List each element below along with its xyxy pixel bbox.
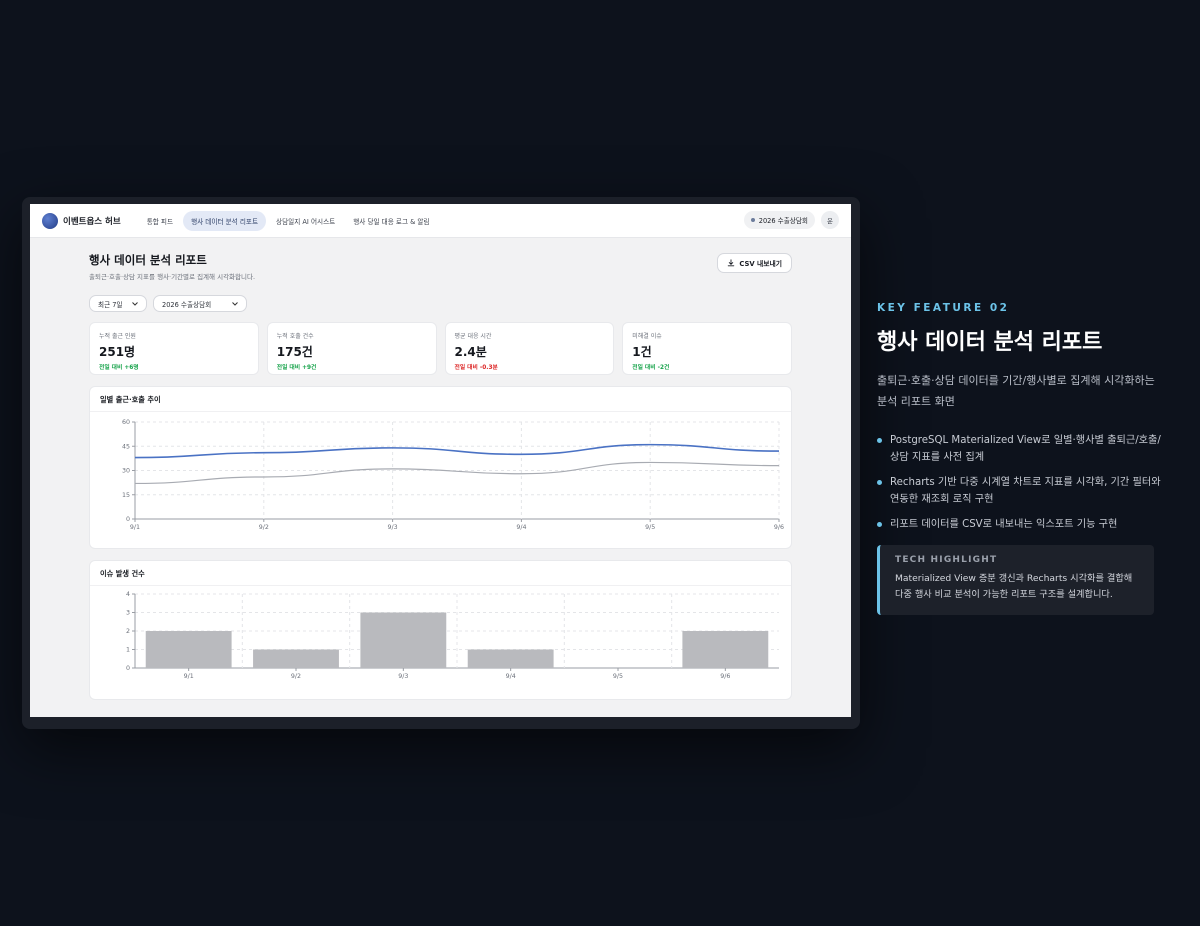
line-chart: 0 15 30 45 60 9/1 9/2 9/3 9/4 9/5 9/6 bbox=[122, 419, 784, 531]
line-chart-title: 일별 출근·호출 추이 bbox=[90, 387, 791, 412]
kpi-card: 미해결 이슈 1건 전일 대비 -2건 bbox=[622, 322, 792, 375]
y-tick-label: 0 bbox=[126, 516, 130, 523]
nav-item-ai-assist[interactable]: 상담일지 AI 어시스트 bbox=[268, 211, 343, 231]
kpi-value: 175건 bbox=[276, 345, 313, 359]
chevron-down-icon bbox=[232, 301, 238, 306]
event-selector-label: 2026 수출상담회 bbox=[758, 217, 808, 225]
bar-chart-title: 이슈 발생 건수 bbox=[90, 561, 791, 586]
x-tick-label: 9/5 bbox=[613, 673, 623, 680]
period-select[interactable]: 최근 7일 bbox=[89, 295, 147, 312]
bar bbox=[467, 649, 554, 668]
nav-item-feed[interactable]: 통합 피드 bbox=[139, 211, 181, 231]
filter-bar: 최근 7일 2026 수출상담회 bbox=[89, 295, 792, 312]
x-tick-label: 9/6 bbox=[720, 673, 730, 680]
csv-export-button[interactable]: CSV 내보내기 bbox=[717, 253, 792, 273]
x-tick-label: 9/5 bbox=[645, 524, 655, 531]
bar bbox=[682, 631, 769, 668]
event-selector[interactable]: 2026 수출상담회 bbox=[743, 211, 815, 229]
page-title: 행사 데이터 분석 리포트 bbox=[89, 253, 207, 267]
feature-panel: KEY FEATURE 02 행사 데이터 분석 리포트 출퇴근·호출·상담 데… bbox=[877, 302, 1167, 615]
kpi-label: 누적 출근 인원 bbox=[99, 333, 136, 340]
tech-highlight-title: TECH HIGHLIGHT bbox=[895, 555, 998, 565]
kpi-label: 누적 호출 건수 bbox=[276, 333, 314, 340]
csv-export-label: CSV 내보내기 bbox=[739, 260, 782, 268]
y-tick-label: 60 bbox=[122, 419, 130, 426]
event-select-value: 2026 수출상담회 bbox=[162, 300, 212, 309]
app-screen: 이벤트옵스 허브 통합 피드 행사 데이터 분석 리포트 상담일지 AI 어시스… bbox=[30, 204, 851, 717]
period-select-value: 최근 7일 bbox=[98, 300, 123, 309]
kpi-value: 251명 bbox=[99, 345, 136, 359]
chevron-down-icon bbox=[132, 301, 138, 306]
y-tick-label: 15 bbox=[122, 492, 130, 499]
bar bbox=[145, 631, 232, 668]
download-icon bbox=[728, 259, 735, 267]
kpi-delta: 전일 대비 -2건 bbox=[632, 365, 670, 371]
x-tick-label: 9/1 bbox=[130, 524, 140, 531]
feature-description: 출퇴근·호출·상담 데이터를 기간/행사별로 집계해 시각화하는 분석 리포트 … bbox=[877, 374, 1155, 408]
tech-highlight-text: Materialized View 증분 갱신과 Recharts 시각화를 결… bbox=[895, 573, 1133, 600]
y-tick-label: 0 bbox=[126, 665, 130, 672]
bar bbox=[360, 612, 447, 668]
kpi-delta: 전일 대비 -0.3분 bbox=[454, 365, 498, 371]
top-navigation-bar: 이벤트옵스 허브 통합 피드 행사 데이터 분석 리포트 상담일지 AI 어시스… bbox=[30, 204, 851, 238]
nav-item-event-log[interactable]: 행사 당일 대응 로그 & 알림 bbox=[345, 211, 437, 231]
main-content: 행사 데이터 분석 리포트 출퇴근·호출·상담 지표를 행사·기간별로 집계해 … bbox=[89, 252, 792, 700]
main-nav: 통합 피드 행사 데이터 분석 리포트 상담일지 AI 어시스트 행사 당일 대… bbox=[139, 210, 438, 231]
y-tick-label: 4 bbox=[126, 591, 130, 598]
kpi-label: 평균 대응 시간 bbox=[454, 333, 492, 340]
y-tick-label: 45 bbox=[122, 443, 130, 450]
nav-item-analytics-report[interactable]: 행사 데이터 분석 리포트 bbox=[183, 210, 267, 231]
kpi-label: 미해결 이슈 bbox=[632, 333, 662, 340]
event-dot-icon bbox=[750, 218, 755, 222]
kpi-value: 1건 bbox=[632, 345, 652, 359]
x-tick-label: 9/3 bbox=[398, 673, 408, 680]
bar-chart-card: 이슈 발생 건수 0 1 2 3 4 9/1 9/2 9/3 9/4 9/5 9/6 bbox=[89, 560, 792, 700]
kpi-value: 2.4분 bbox=[454, 345, 487, 359]
y-tick-label: 1 bbox=[126, 647, 130, 654]
feature-bullets: PostgreSQL Materialized View로 일별·행사별 출퇴근… bbox=[877, 432, 1167, 533]
app-logo-icon bbox=[42, 212, 58, 229]
kpi-delta: 전일 대비 +9건 bbox=[276, 365, 317, 371]
feature-bullet: PostgreSQL Materialized View로 일별·행사별 출퇴근… bbox=[877, 432, 1167, 466]
x-tick-label: 9/4 bbox=[506, 673, 516, 680]
x-tick-label: 9/4 bbox=[516, 524, 526, 531]
kpi-card: 평균 대응 시간 2.4분 전일 대비 -0.3분 bbox=[444, 322, 615, 375]
kpi-delta: 전일 대비 +6명 bbox=[99, 365, 139, 371]
bar bbox=[253, 649, 339, 668]
kpi-card: 누적 호출 건수 175건 전일 대비 +9건 bbox=[266, 322, 437, 375]
bar-chart: 0 1 2 3 4 9/1 9/2 9/3 9/4 9/5 9/6 bbox=[126, 591, 779, 680]
series-line-2 bbox=[134, 461, 780, 485]
x-tick-label: 9/3 bbox=[388, 524, 398, 531]
tech-highlight-box: TECH HIGHLIGHT Materialized View 증분 갱신과 … bbox=[877, 545, 1154, 615]
line-chart-card: 일별 출근·호출 추이 0 15 30 45 60 9/1 9/2 9/3 9/4 9/5 9/6 bbox=[89, 386, 792, 549]
x-tick-label: 9/6 bbox=[774, 524, 784, 531]
x-tick-label: 9/2 bbox=[291, 673, 301, 680]
feature-bullet: Recharts 기반 다중 시계열 차트로 지표를 시각화, 기간 필터와 연… bbox=[877, 474, 1167, 508]
kpi-row: 누적 출근 인원 251명 전일 대비 +6명 누적 호출 건수 175건 전일… bbox=[89, 322, 792, 375]
y-tick-label: 30 bbox=[122, 468, 130, 475]
x-tick-label: 9/2 bbox=[259, 524, 269, 531]
feature-kicker: KEY FEATURE 02 bbox=[877, 302, 1010, 314]
feature-title: 행사 데이터 분석 리포트 bbox=[877, 330, 1103, 355]
page-subtitle: 출퇴근·호출·상담 지표를 행사·기간별로 집계해 시각화합니다. bbox=[89, 273, 256, 281]
avatar[interactable]: 운 bbox=[821, 211, 839, 229]
x-tick-label: 9/1 bbox=[184, 673, 194, 680]
kpi-card: 누적 출근 인원 251명 전일 대비 +6명 bbox=[89, 322, 259, 375]
y-tick-label: 2 bbox=[126, 628, 130, 635]
event-select[interactable]: 2026 수출상담회 bbox=[153, 295, 247, 312]
brand-name: 이벤트옵스 허브 bbox=[63, 216, 121, 227]
y-tick-label: 3 bbox=[126, 610, 130, 617]
feature-bullet: 리포트 데이터를 CSV로 내보내는 익스포트 기능 구현 bbox=[877, 516, 1167, 533]
